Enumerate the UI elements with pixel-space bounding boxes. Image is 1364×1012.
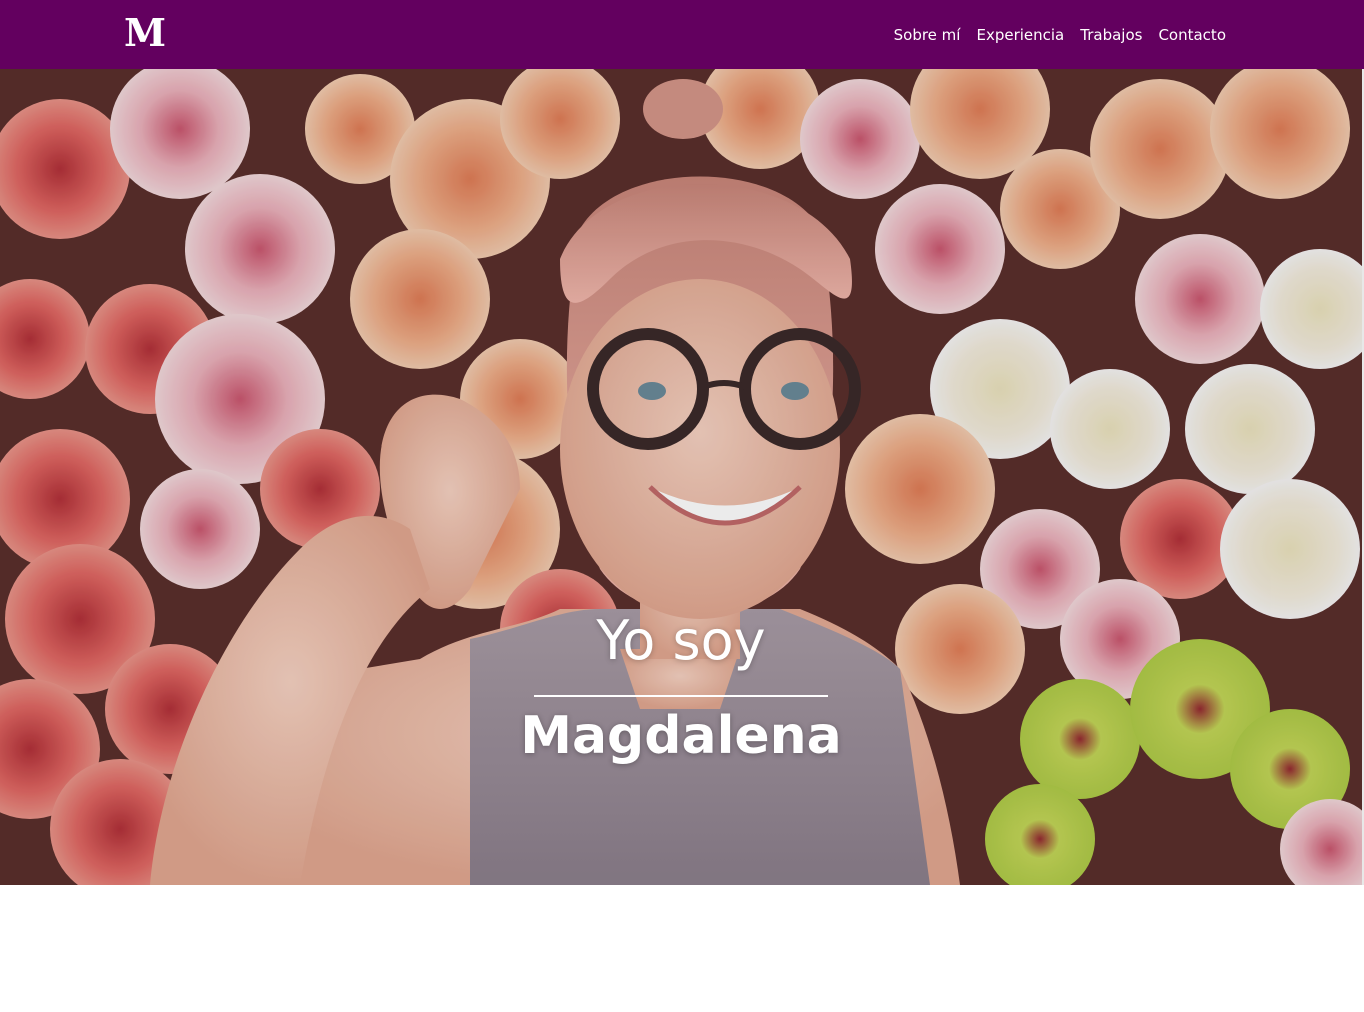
nav-link-trabajos[interactable]: Trabajos [1080, 24, 1142, 46]
main-nav: Sobre mí Experiencia Trabajos Contacto [894, 24, 1226, 46]
nav-link-experiencia[interactable]: Experiencia [976, 24, 1064, 46]
top-navbar: M Sobre mí Experiencia Trabajos Contacto [0, 0, 1364, 69]
site-logo[interactable]: M [124, 12, 166, 54]
about-section [0, 885, 1364, 1012]
hero-section: Yo soy Magdalena [0, 69, 1362, 885]
hero-divider [534, 695, 828, 697]
hero-name-heading: Magdalena [520, 706, 842, 766]
nav-link-contacto[interactable]: Contacto [1158, 24, 1226, 46]
hero-caption: Yo soy Magdalena [0, 609, 1362, 767]
hero-intro-text: Yo soy [596, 609, 766, 672]
about-heading-partial [160, 1002, 1210, 1012]
nav-link-sobre-mi[interactable]: Sobre mí [894, 24, 961, 46]
